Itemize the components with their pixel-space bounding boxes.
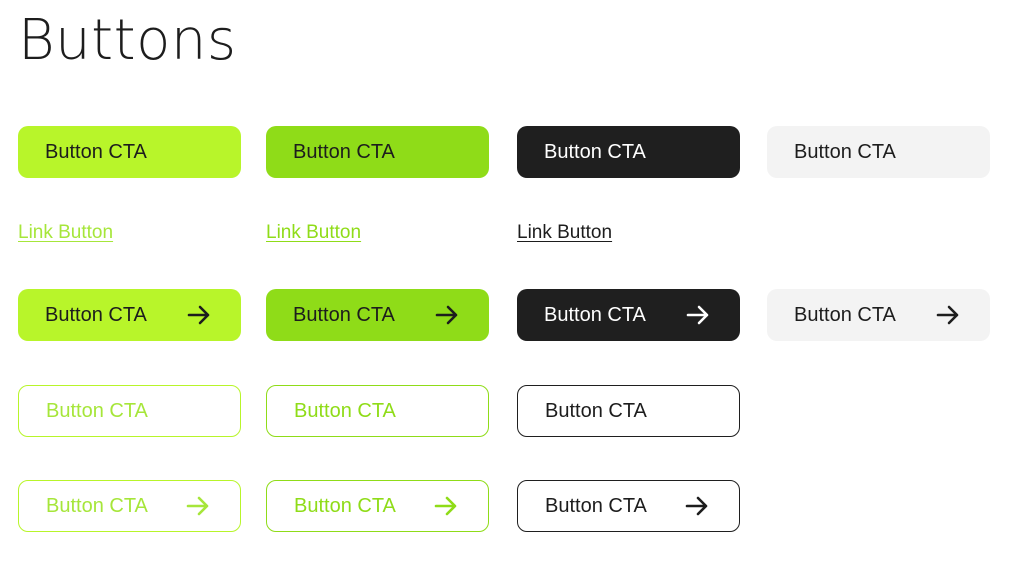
outline-green-arrow-button[interactable]: Button CTA bbox=[266, 480, 489, 532]
button-label: Button CTA bbox=[293, 303, 395, 326]
button-label: Button CTA bbox=[794, 140, 896, 163]
outline-green-button[interactable]: Button CTA bbox=[266, 385, 489, 437]
arrow-right-icon bbox=[434, 494, 458, 518]
link-button-green[interactable]: Link Button bbox=[266, 222, 361, 244]
solid-green-arrow-button[interactable]: Button CTA bbox=[266, 289, 489, 341]
button-label: Button CTA bbox=[46, 399, 148, 422]
button-label: Button CTA bbox=[45, 303, 147, 326]
solid-lime-arrow-button[interactable]: Button CTA bbox=[18, 289, 241, 341]
button-label: Button CTA bbox=[45, 140, 147, 163]
arrow-right-icon bbox=[686, 303, 710, 327]
button-label: Button CTA bbox=[545, 399, 647, 422]
link-button-lime[interactable]: Link Button bbox=[18, 222, 113, 244]
solid-green-button[interactable]: Button CTA bbox=[266, 126, 489, 178]
outline-dark-arrow-button[interactable]: Button CTA bbox=[517, 480, 740, 532]
outline-dark-button[interactable]: Button CTA bbox=[517, 385, 740, 437]
button-label: Button CTA bbox=[545, 494, 647, 517]
button-label: Button CTA bbox=[294, 494, 396, 517]
solid-dark-arrow-button[interactable]: Button CTA bbox=[517, 289, 740, 341]
button-label: Button CTA bbox=[294, 399, 396, 422]
arrow-right-icon bbox=[186, 494, 210, 518]
outline-lime-arrow-button[interactable]: Button CTA bbox=[18, 480, 241, 532]
arrow-right-icon bbox=[435, 303, 459, 327]
link-button-dark[interactable]: Link Button bbox=[517, 222, 612, 244]
button-label: Button CTA bbox=[293, 140, 395, 163]
button-label: Button CTA bbox=[544, 140, 646, 163]
arrow-right-icon bbox=[187, 303, 211, 327]
solid-light-button[interactable]: Button CTA bbox=[767, 126, 990, 178]
arrow-right-icon bbox=[685, 494, 709, 518]
button-label: Button CTA bbox=[46, 494, 148, 517]
page-title: Buttons bbox=[18, 8, 237, 73]
solid-dark-button[interactable]: Button CTA bbox=[517, 126, 740, 178]
solid-light-arrow-button[interactable]: Button CTA bbox=[767, 289, 990, 341]
buttons-showcase: Buttons Button CTA Button CTA Button CTA… bbox=[0, 0, 1015, 565]
button-label: Button CTA bbox=[794, 303, 896, 326]
arrow-right-icon bbox=[936, 303, 960, 327]
button-label: Button CTA bbox=[544, 303, 646, 326]
outline-lime-button[interactable]: Button CTA bbox=[18, 385, 241, 437]
solid-lime-button[interactable]: Button CTA bbox=[18, 126, 241, 178]
